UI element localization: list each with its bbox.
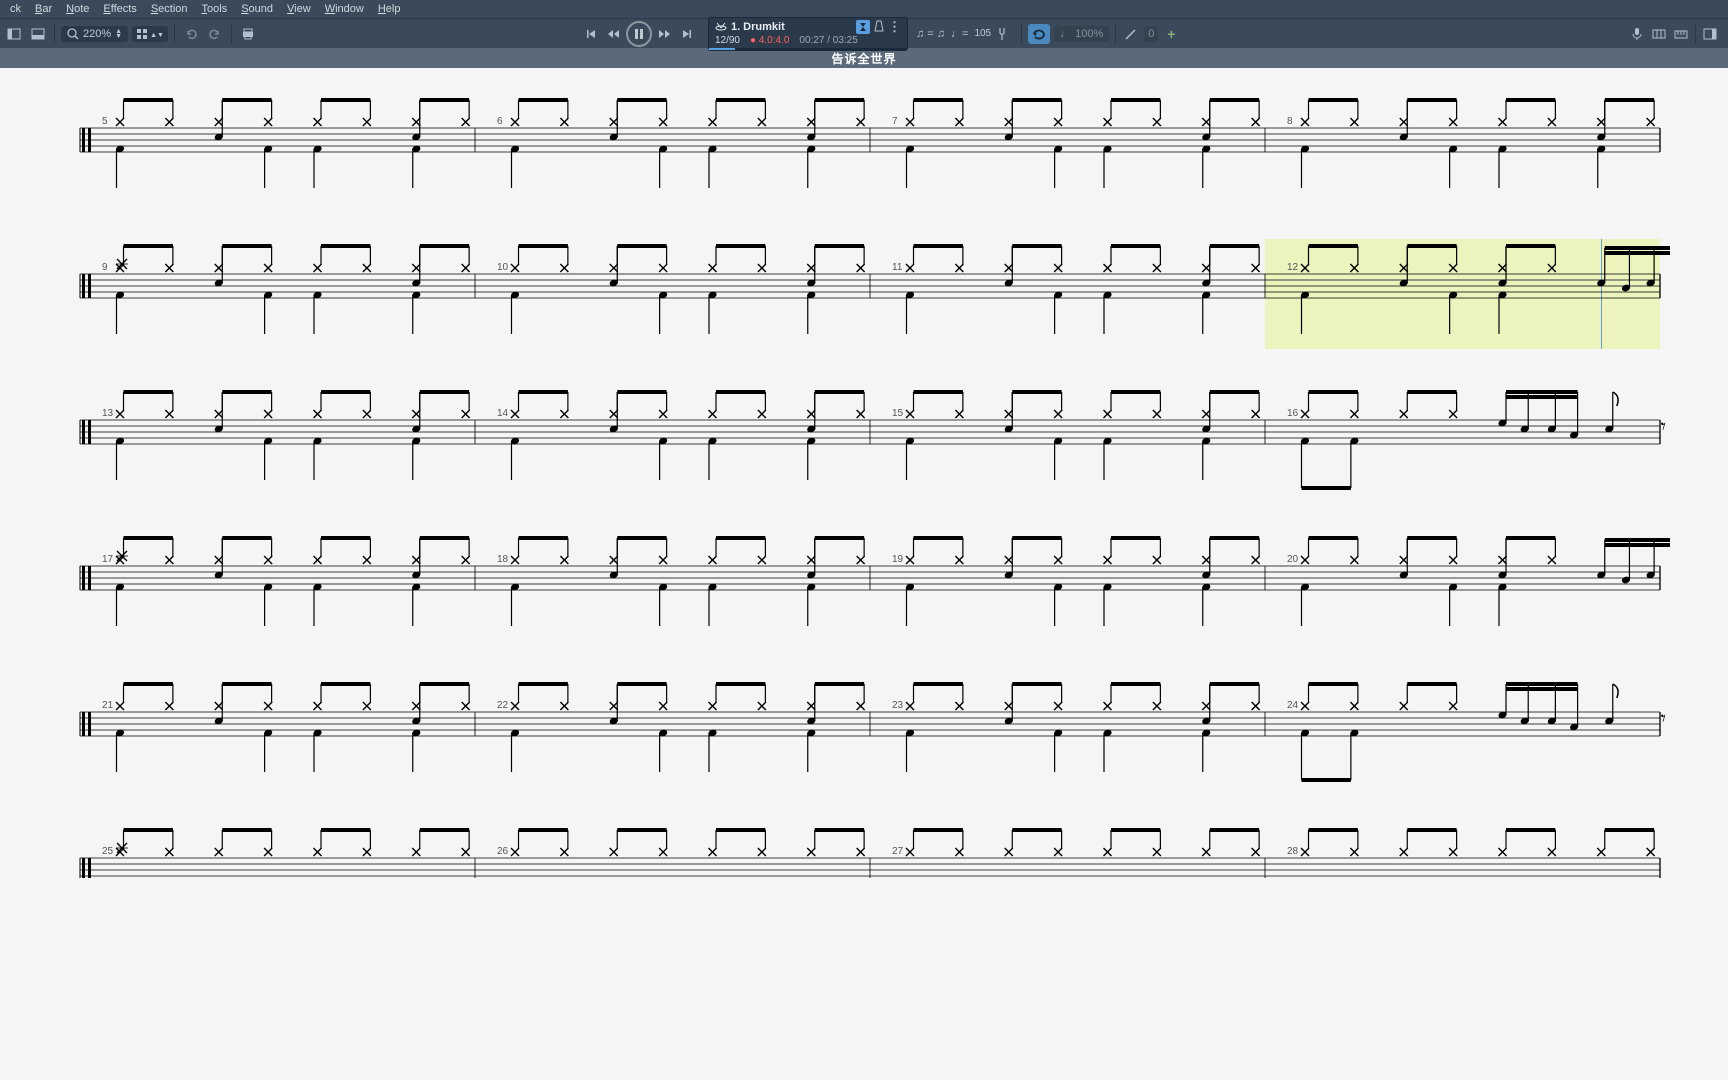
panel-right-button[interactable] (1700, 24, 1720, 44)
drum-icon (715, 21, 727, 33)
staff-line[interactable]: 13141516𝄾 (40, 380, 1688, 498)
speed-value: 100% (1075, 28, 1103, 40)
play-pause-button[interactable] (626, 21, 652, 47)
tempo-note-icon: ♩= (951, 28, 968, 40)
track-options-icon[interactable]: ⋮ (888, 22, 901, 32)
mic-button[interactable] (1627, 24, 1647, 44)
staff-svg: 𝄾 (40, 672, 1670, 792)
score-area[interactable]: 5678 9101112 13141516𝄾 17181920 21222324𝄾 252… (0, 68, 1728, 1080)
track-name: 1. Drumkit (731, 21, 785, 33)
zoom-control[interactable]: 220% ▲▼ (61, 26, 128, 42)
tempo-display[interactable]: ♫ = ♫ ♩= 105 (916, 28, 991, 40)
track-info-panel[interactable]: 1. Drumkit ⋮ 12/90 ● 4.0:4.0 00:27 / 03:… (708, 17, 908, 51)
song-title: 告诉全世界 (831, 50, 896, 67)
panel-left-button[interactable] (4, 24, 24, 44)
staff-svg (40, 818, 1670, 878)
staff-line[interactable]: 21222324𝄾 (40, 672, 1688, 790)
add-button[interactable]: + (1162, 25, 1180, 43)
go-start-button[interactable] (582, 24, 602, 44)
increment-value: 0 (1148, 28, 1154, 40)
panel-bottom-button[interactable] (28, 24, 48, 44)
fretboard-button[interactable] (1649, 24, 1669, 44)
forward-button[interactable] (654, 24, 674, 44)
menu-section[interactable]: Section (145, 3, 194, 15)
keyboard-button[interactable] (1671, 24, 1691, 44)
staff-svg (40, 234, 1670, 354)
transport-controls (582, 21, 696, 47)
print-button[interactable] (238, 24, 258, 44)
tempo-equation: ♫ = ♫ (916, 28, 945, 40)
loop-button[interactable] (1028, 24, 1050, 44)
menu-help[interactable]: Help (372, 3, 407, 15)
tempo-value: 105 (974, 28, 991, 39)
tuning-fork-icon[interactable] (993, 25, 1011, 43)
staff-svg (40, 88, 1670, 208)
staff-line[interactable]: 5678 (40, 88, 1688, 206)
menubar: ck Bar Note Effects Section Tools Sound … (0, 0, 1728, 18)
menu-window[interactable]: Window (319, 3, 370, 15)
edit-mode-button[interactable] (1122, 25, 1140, 43)
staff-line[interactable]: 9101112 (40, 234, 1688, 352)
svg-text:𝄾: 𝄾 (1661, 708, 1666, 730)
redo-button[interactable] (205, 24, 225, 44)
go-end-button[interactable] (676, 24, 696, 44)
bar-position: 12/90 (715, 35, 740, 46)
staff-line[interactable]: 17181920 (40, 526, 1688, 644)
countdown-icon[interactable] (856, 20, 870, 34)
menu-sound[interactable]: Sound (235, 3, 279, 15)
speed-control[interactable]: ♩ 100% (1054, 26, 1109, 42)
time-position: 00:27 / 03:25 (799, 35, 857, 46)
menu-note[interactable]: Note (60, 3, 95, 15)
metronome-icon[interactable] (874, 20, 884, 35)
staff-svg: 𝄾 (40, 380, 1670, 500)
zoom-value: 220% (83, 28, 111, 40)
toolbar: 220% ▲▼ ▲▼ 1. Drumkit ⋮ 12/90 ● 4.0:4.0 … (0, 18, 1728, 48)
layout-mode-button[interactable]: ▲▼ (132, 26, 168, 42)
zoom-icon (67, 28, 79, 40)
rewind-button[interactable] (604, 24, 624, 44)
menu-effects[interactable]: Effects (97, 3, 142, 15)
undo-button[interactable] (181, 24, 201, 44)
speed-note-icon: ♩ (1060, 28, 1071, 40)
zoom-spinner[interactable]: ▲▼ (115, 29, 122, 39)
staff-svg (40, 526, 1670, 646)
menu-tools[interactable]: Tools (196, 3, 234, 15)
svg-text:𝄾: 𝄾 (1661, 416, 1666, 438)
song-title-bar: 告诉全世界 (0, 48, 1728, 68)
menu-track[interactable]: ck (4, 3, 27, 15)
beat-position: ● 4.0:4.0 (750, 35, 789, 46)
increment-control[interactable]: 0 (1144, 26, 1158, 42)
staff-line[interactable]: 25262728 (40, 818, 1688, 878)
menu-view[interactable]: View (281, 3, 317, 15)
menu-bar[interactable]: Bar (29, 3, 58, 15)
